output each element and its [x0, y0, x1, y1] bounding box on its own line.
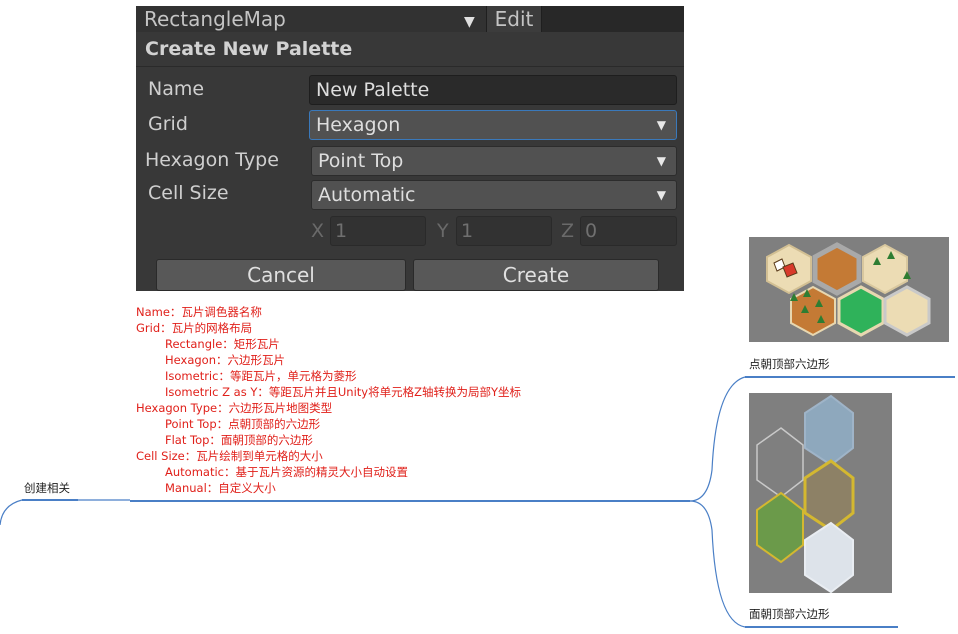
note-point-top: Point Top：点朝顶部的六边形	[165, 417, 321, 431]
cell-size-x-field[interactable]: 1	[330, 216, 426, 246]
chevron-down-icon: ▼	[656, 154, 666, 168]
palette-select[interactable]: RectangleMap ▼	[136, 6, 486, 32]
name-label: Name	[148, 78, 205, 100]
create-button[interactable]: Create	[413, 259, 659, 291]
chevron-down-icon: ▼	[464, 14, 475, 30]
divider	[136, 66, 684, 67]
hexagon-type-label: Hexagon Type	[145, 149, 279, 171]
x-axis-label: X	[311, 220, 325, 242]
hexagon-type-dropdown[interactable]: Point Top ▼	[311, 146, 677, 176]
cell-size-label: Cell Size	[148, 182, 229, 204]
palette-select-value: RectangleMap	[144, 7, 286, 31]
create-palette-panel: RectangleMap ▼ Edit Create New Palette N…	[136, 6, 684, 291]
point-top-caption: 点朝顶部六边形	[749, 357, 830, 371]
note-isometric-z-as-y: Isometric Z as Y：等距瓦片并且Unity将单元格Z轴转换为局部Y…	[165, 385, 521, 399]
note-isometric: Isometric：等距瓦片，单元格为菱形	[165, 369, 357, 383]
palette-toolbar: RectangleMap ▼ Edit	[136, 6, 684, 32]
dialog-title: Create New Palette	[145, 38, 353, 60]
note-cell-size: Cell Size：瓦片绘制到单元格的大小	[136, 449, 323, 463]
note-grid: Grid：瓦片的网格布局	[136, 321, 253, 335]
cell-size-z-field[interactable]: 0	[580, 216, 677, 246]
cell-size-value: Automatic	[318, 184, 416, 206]
edit-button[interactable]: Edit	[486, 6, 542, 32]
point-top-hexagon-image	[749, 237, 949, 342]
flat-top-caption: 面朝顶部六边形	[749, 607, 830, 621]
chevron-down-icon: ▼	[656, 188, 666, 202]
grid-dropdown[interactable]: Hexagon ▼	[309, 110, 677, 140]
chevron-down-icon: ▼	[656, 118, 666, 132]
note-flat-top: Flat Top：面朝顶部的六边形	[165, 433, 313, 447]
z-axis-label: Z	[561, 220, 575, 242]
note-rectangle: Rectangle：矩形瓦片	[165, 337, 280, 351]
mindmap-root-label: 创建相关	[24, 481, 70, 495]
note-hexagon: Hexagon：六边形瓦片	[165, 353, 285, 367]
note-automatic: Automatic：基于瓦片资源的精灵大小自动设置	[165, 465, 408, 479]
y-axis-label: Y	[437, 220, 449, 242]
hexagon-type-value: Point Top	[318, 150, 404, 172]
grid-dropdown-value: Hexagon	[316, 114, 401, 136]
flat-top-hexagon-image	[749, 393, 892, 593]
grid-label: Grid	[148, 113, 188, 135]
cell-size-dropdown[interactable]: Automatic ▼	[311, 180, 677, 210]
note-hexagon-type: Hexagon Type：六边形瓦片地图类型	[136, 401, 333, 415]
note-name: Name：瓦片调色器名称	[136, 305, 262, 319]
cell-size-y-field[interactable]: 1	[456, 216, 552, 246]
note-manual: Manual：自定义大小	[165, 481, 276, 495]
name-field[interactable]: New Palette	[309, 75, 677, 105]
cancel-button[interactable]: Cancel	[156, 259, 406, 291]
